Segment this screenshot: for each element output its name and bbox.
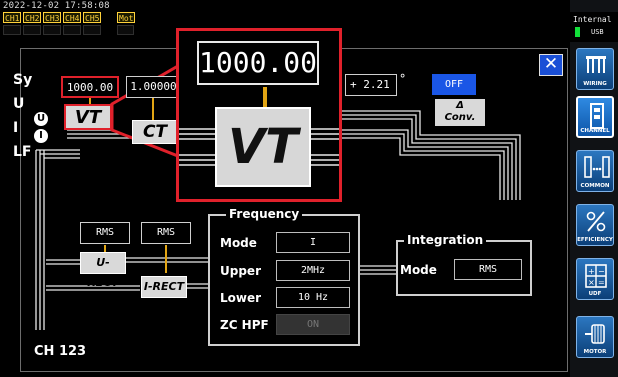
frequency-lower-value[interactable]: 10 Hz bbox=[276, 287, 350, 308]
zc-hpf-label: ZC HPF bbox=[220, 318, 269, 332]
integration-mode-label: Mode bbox=[400, 263, 437, 277]
integration-title: Integration bbox=[404, 233, 487, 247]
i-rect-connector bbox=[165, 245, 167, 273]
frequency-lower-label: Lower bbox=[220, 291, 262, 305]
ct-block[interactable]: CT bbox=[132, 120, 178, 144]
delta-conv-toggle[interactable]: OFF bbox=[432, 74, 476, 95]
u-rect-mode-value[interactable]: RMS bbox=[80, 222, 130, 244]
magnified-connector bbox=[263, 87, 267, 107]
voltage-input-marker: U bbox=[34, 112, 48, 126]
magnifier-callout: 1000.00 VT bbox=[176, 28, 342, 202]
close-button[interactable]: ✕ bbox=[539, 54, 563, 76]
magnified-vt-ratio: 1000.00 bbox=[197, 41, 319, 85]
frequency-upper-label: Upper bbox=[220, 264, 261, 278]
channel-label: CH 123 bbox=[34, 344, 87, 359]
i-rect-mode-value[interactable]: RMS bbox=[141, 222, 191, 244]
delta-symbol: Δ bbox=[456, 100, 464, 111]
vt-ratio-value[interactable]: 1000.00 bbox=[61, 76, 119, 98]
zc-hpf-value: ON bbox=[276, 314, 350, 335]
ct-ratio-value[interactable]: 1.00000 bbox=[126, 76, 181, 98]
vt-block[interactable]: VT bbox=[64, 104, 112, 130]
phase-correction-value[interactable]: + 2.21 bbox=[345, 74, 397, 96]
frequency-title: Frequency bbox=[226, 207, 303, 221]
delta-conv-label: Conv. bbox=[444, 112, 476, 123]
frequency-mode-label: Mode bbox=[220, 236, 257, 250]
magnified-vt-block: VT bbox=[215, 107, 311, 187]
integration-mode-value[interactable]: RMS bbox=[454, 259, 522, 280]
u-rect-block[interactable]: U-RECT bbox=[80, 252, 126, 289]
phase-unit: ° bbox=[399, 72, 407, 86]
current-input-marker: I bbox=[34, 129, 48, 143]
frequency-upper-value[interactable]: 2MHz bbox=[276, 260, 350, 281]
delta-conv-block[interactable]: Δ Conv. bbox=[435, 99, 485, 126]
i-rect-block[interactable]: I-RECT bbox=[141, 276, 187, 298]
frequency-mode-value[interactable]: I bbox=[276, 232, 350, 253]
ct-connector bbox=[152, 98, 154, 120]
